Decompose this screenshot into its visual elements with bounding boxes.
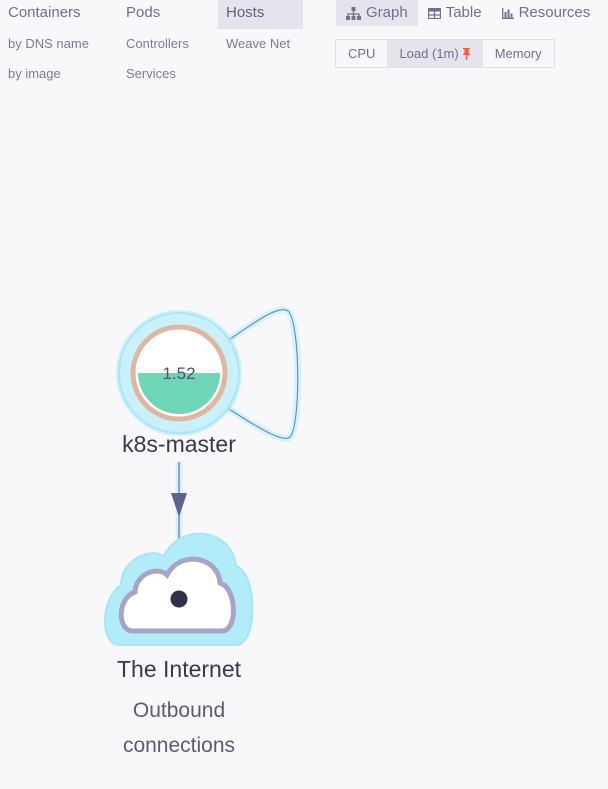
host-node-k8s-master[interactable]: 1.52 [116, 310, 242, 436]
host-load-value: 1.52 [162, 364, 195, 383]
internet-node-label: The Internet [116, 656, 242, 682]
internet-sublabel-line1: Outbound [132, 699, 226, 722]
internet-sublabel-line2: connections [122, 734, 236, 757]
edge-arrowhead [171, 493, 187, 517]
internet-node-sublabel: Outbound connections [79, 693, 279, 763]
host-node-label: k8s-master [122, 431, 236, 457]
internet-node[interactable] [104, 532, 254, 646]
edge-host-to-internet[interactable] [171, 462, 187, 548]
internet-node-dot [170, 590, 188, 608]
